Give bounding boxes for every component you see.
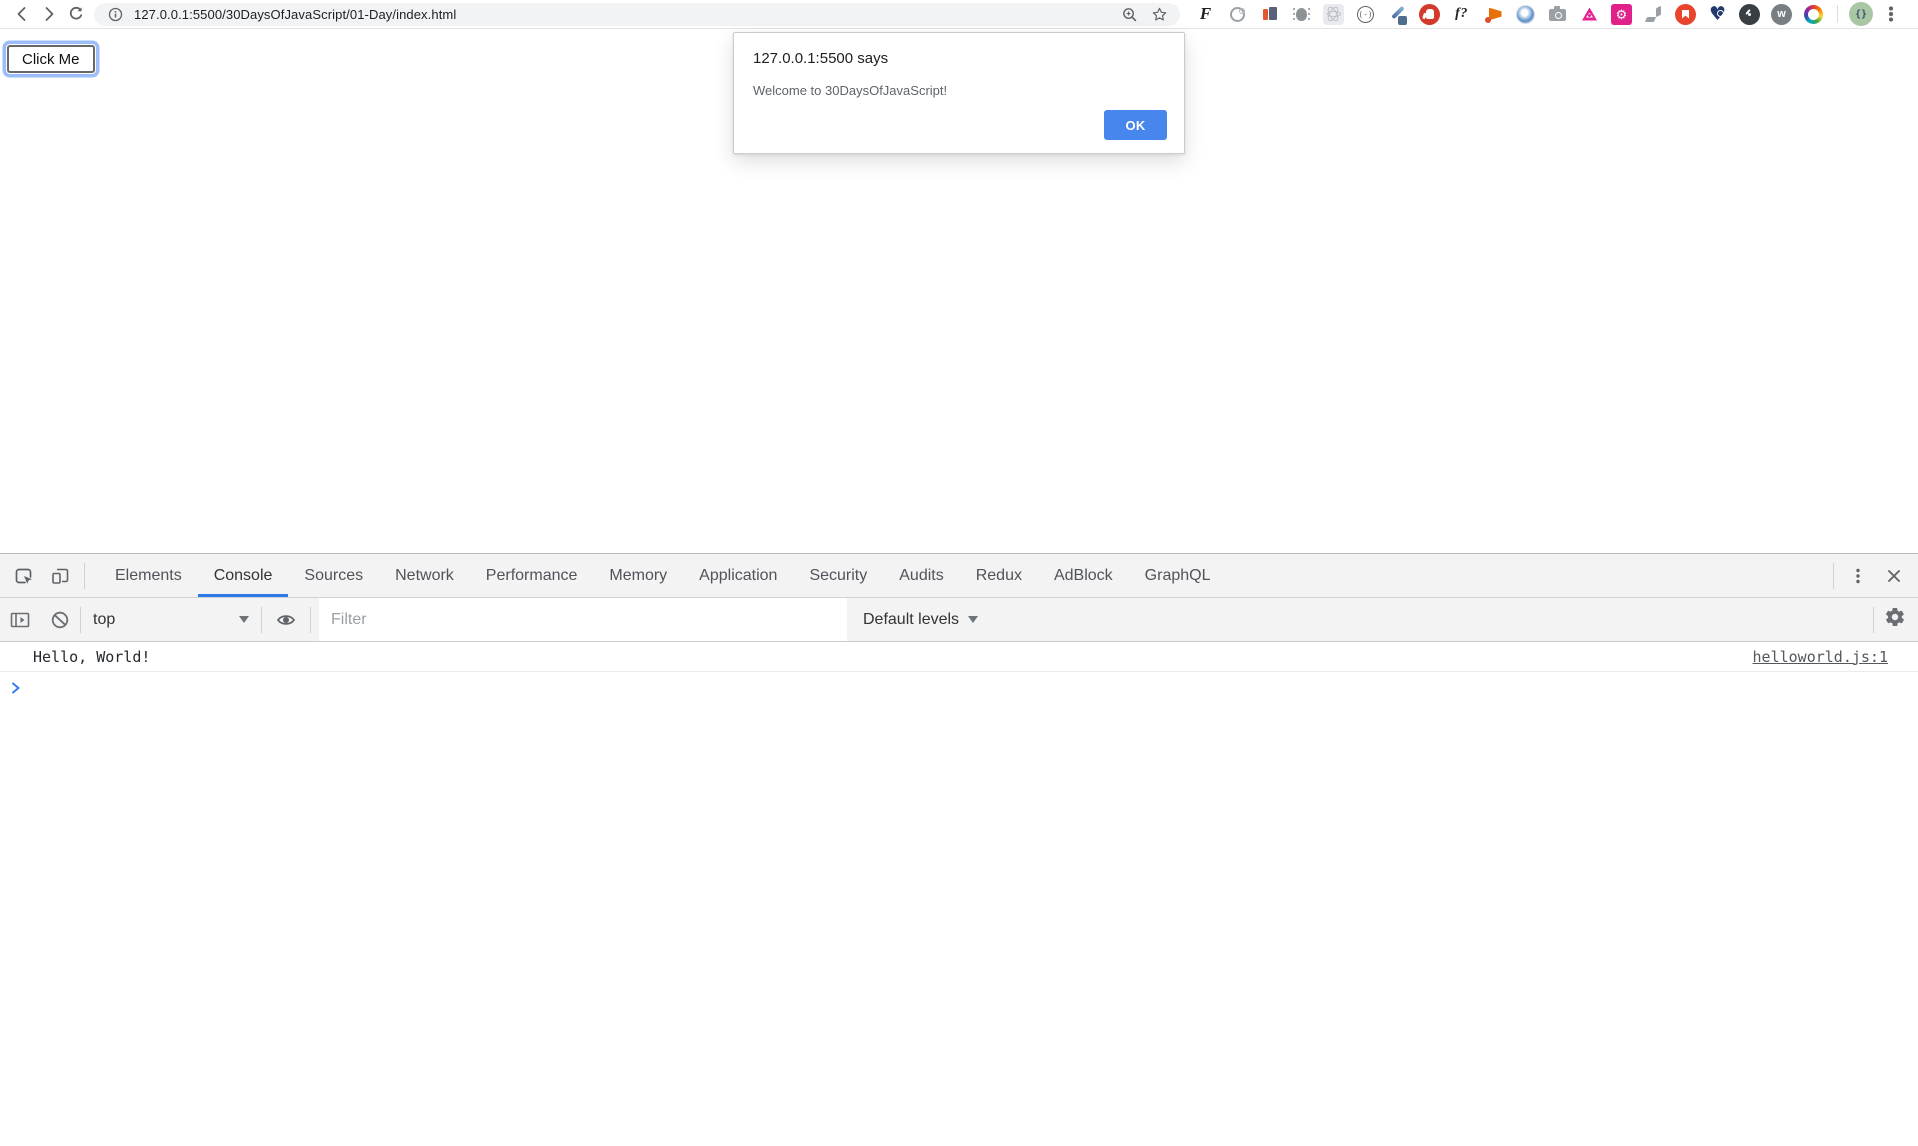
page-info-icon[interactable]	[104, 7, 126, 22]
panels-icon[interactable]	[1259, 4, 1280, 25]
color-ring-icon[interactable]	[1803, 4, 1824, 25]
console-settings-gear-icon[interactable]	[1884, 606, 1906, 633]
react-devtools-icon[interactable]	[1323, 4, 1344, 25]
tab-network[interactable]: Network	[379, 554, 470, 597]
context-selector-label: top	[93, 611, 115, 629]
tab-graphql[interactable]: GraphQL	[1129, 554, 1227, 597]
console-output: Hello, World! helloworld.js:1	[0, 642, 1918, 1146]
devtools-tabbar: ElementsConsoleSourcesNetworkPerformance…	[0, 554, 1918, 598]
toolbar-separator	[1837, 5, 1838, 23]
tab-console[interactable]: Console	[198, 554, 289, 597]
font-question-icon[interactable]: f?	[1451, 4, 1472, 25]
bug-icon[interactable]	[1291, 4, 1312, 25]
eyedropper-icon[interactable]	[1387, 4, 1408, 25]
filter-input[interactable]	[319, 598, 847, 641]
zoom-page-icon[interactable]	[1118, 6, 1140, 23]
browser-toolbar: 127.0.0.1:5500/30DaysOfJavaScript/01-Day…	[0, 0, 1918, 29]
context-selector[interactable]: top	[81, 598, 261, 641]
chevron-down-icon	[968, 616, 978, 623]
heart-search-icon[interactable]: ♥	[1707, 4, 1728, 25]
alert-message: Welcome to 30DaysOfJavaScript!	[753, 83, 1165, 98]
console-message-text: Hello, World!	[33, 648, 150, 666]
camera-icon[interactable]	[1547, 4, 1568, 25]
tab-application[interactable]: Application	[683, 554, 793, 597]
inspect-element-icon[interactable]	[6, 554, 42, 598]
console-toolbar-separator-3	[310, 607, 311, 633]
url-text[interactable]: 127.0.0.1:5500/30DaysOfJavaScript/01-Day…	[134, 7, 456, 22]
tab-redux[interactable]: Redux	[960, 554, 1038, 597]
lens-icon[interactable]	[1227, 4, 1248, 25]
console-prompt-row[interactable]	[0, 672, 1918, 694]
browser-menu-icon[interactable]	[1881, 3, 1901, 25]
tab-memory[interactable]: Memory	[593, 554, 683, 597]
console-prompt-chevron-icon	[11, 682, 21, 694]
console-message-row: Hello, World! helloworld.js:1	[0, 642, 1918, 672]
devtools-tabs: ElementsConsoleSourcesNetworkPerformance…	[99, 554, 1226, 597]
devtools-tabbar-right	[1827, 554, 1918, 598]
console-message-source-link[interactable]: helloworld.js:1	[1753, 648, 1888, 666]
code-brackets-icon[interactable]: (-)	[1355, 4, 1376, 25]
devtools-right-separator	[1833, 563, 1834, 589]
devtools-close-icon[interactable]	[1876, 554, 1912, 598]
click-me-button[interactable]: Click Me	[7, 45, 95, 73]
console-toolbar: top Default levels	[0, 598, 1918, 642]
fontanello-icon[interactable]: F	[1195, 4, 1216, 25]
tab-performance[interactable]: Performance	[470, 554, 594, 597]
devtools-menu-icon[interactable]	[1840, 554, 1876, 598]
wave-icon[interactable]: w	[1771, 4, 1792, 25]
devtools-panel: ElementsConsoleSourcesNetworkPerformance…	[0, 553, 1918, 1146]
console-toolbar-separator-4	[1873, 607, 1874, 633]
reload-button[interactable]	[62, 2, 89, 26]
chevron-down-icon	[239, 616, 249, 623]
atom-icon[interactable]	[1579, 4, 1600, 25]
swirl-icon[interactable]	[1515, 4, 1536, 25]
tab-security[interactable]: Security	[793, 554, 883, 597]
tab-sources[interactable]: Sources	[288, 554, 379, 597]
log-levels-dropdown[interactable]: Default levels	[863, 611, 978, 629]
bookmark-star-icon[interactable]	[1148, 6, 1170, 23]
console-sidebar-toggle-icon[interactable]	[0, 598, 40, 641]
log-levels-label: Default levels	[863, 611, 959, 629]
forward-button[interactable]	[35, 2, 62, 26]
address-bar[interactable]: 127.0.0.1:5500/30DaysOfJavaScript/01-Day…	[94, 3, 1180, 26]
page-content: Click Me 127.0.0.1:5500 says Welcome to …	[0, 29, 1918, 553]
bookmark-icon[interactable]	[1675, 4, 1696, 25]
alert-dialog: 127.0.0.1:5500 says Welcome to 30DaysOfJ…	[733, 32, 1185, 154]
profile-avatar[interactable]: {}	[1849, 2, 1873, 26]
back-button[interactable]	[8, 2, 35, 26]
clear-console-icon[interactable]	[40, 598, 80, 641]
devtools-tab-separator	[84, 563, 85, 589]
tab-audits[interactable]: Audits	[883, 554, 959, 597]
steps-icon[interactable]	[1643, 4, 1664, 25]
device-toolbar-icon[interactable]	[42, 554, 78, 598]
extension-icons: F (-) f? ⚙ ♥ w	[1195, 4, 1824, 25]
gear-square-icon[interactable]: ⚙	[1611, 4, 1632, 25]
alert-ok-button[interactable]: OK	[1104, 110, 1167, 140]
stop-hand-icon[interactable]	[1419, 4, 1440, 25]
tab-elements[interactable]: Elements	[99, 554, 198, 597]
live-expression-eye-icon[interactable]	[262, 598, 310, 641]
tab-adblock[interactable]: AdBlock	[1038, 554, 1129, 597]
megaphone-icon[interactable]	[1483, 4, 1504, 25]
clock-icon[interactable]	[1739, 4, 1760, 25]
console-toolbar-right	[1873, 598, 1918, 641]
alert-title: 127.0.0.1:5500 says	[753, 50, 1165, 67]
